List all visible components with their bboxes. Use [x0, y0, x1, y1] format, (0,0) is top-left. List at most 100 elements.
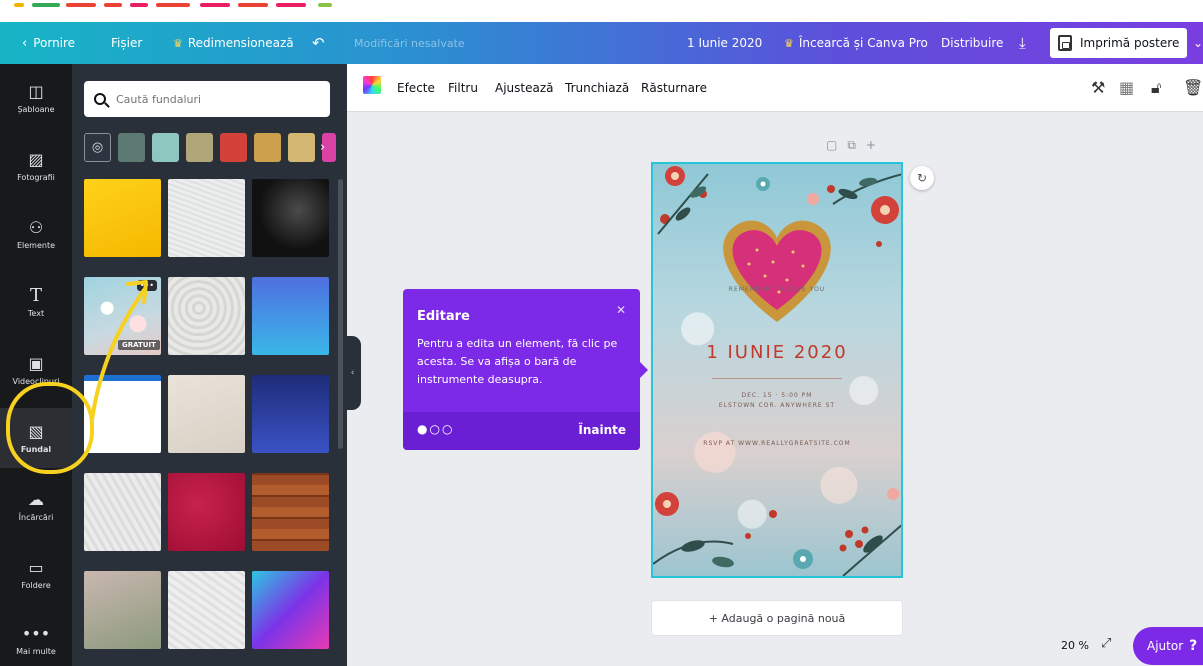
poster-contact[interactable]: RSVP AT WWW.REALLYGREATSITE.COM [653, 440, 901, 447]
background-tile[interactable] [252, 571, 329, 649]
rail-item-uploads[interactable]: ☁ Încărcări [0, 476, 72, 536]
chevron-right-icon[interactable]: › [320, 133, 332, 162]
resize-label: Redimensionează [187, 36, 294, 50]
effects-button[interactable]: Efecte [397, 64, 435, 112]
try-pro-button[interactable]: ♛ Încearcă și Canva Pro [784, 22, 928, 64]
duplicate-page-icon[interactable]: ⧉ [847, 138, 866, 152]
share-label: Distribuire [941, 36, 1004, 50]
poster-subtitle[interactable]: REMEMBER TO LOVE YOU [653, 286, 901, 293]
poster-page[interactable]: REMEMBER TO LOVE YOU 1 IUNIE 2020 DEC. 1… [651, 162, 903, 578]
flip-label: Răsturnare [641, 81, 707, 95]
rail-label: Încărcări [18, 512, 54, 522]
side-rail: ◫ Șabloane ▨ Fotografii ⚇ Elemente T Tex… [0, 64, 72, 666]
effects-label: Efecte [397, 81, 435, 95]
adjust-label: Ajustează [495, 81, 554, 95]
lock-icon[interactable]: 🔓︎ [1151, 78, 1161, 98]
undo-button[interactable]: ↶ [312, 22, 325, 64]
add-page-button[interactable]: + Adaugă o pagină nouă [651, 600, 903, 636]
upload-icon: ☁ [28, 489, 44, 509]
rotate-handle[interactable]: ↻ [910, 166, 934, 190]
add-page-icon[interactable]: + [866, 138, 886, 152]
browser-bookmark-strip [0, 0, 1203, 22]
crop-button[interactable]: Trunchiază [565, 64, 629, 112]
add-page-label: + Adaugă o pagină nouă [708, 611, 846, 625]
poster-title[interactable]: 1 IUNIE 2020 [653, 342, 901, 363]
rail-item-elements[interactable]: ⚇ Elemente [0, 204, 72, 264]
photo-icon: ▨ [28, 149, 44, 169]
editor-header: ‹ Pornire Fișier ♛ Redimensionează ↶ Mod… [0, 22, 1203, 64]
rail-item-text[interactable]: T Text [0, 272, 72, 332]
home-button[interactable]: ‹ Pornire [22, 22, 75, 64]
tooltip-body: Pentru a edita un element, fă clic pe ac… [417, 337, 618, 386]
help-button[interactable]: Ajutor? [1133, 627, 1203, 665]
background-tile[interactable] [168, 473, 245, 551]
try-pro-label: Încearcă și Canva Pro [798, 36, 928, 50]
poster-floral-art [653, 166, 901, 576]
color-swatch[interactable] [220, 133, 247, 162]
bookmark-chip [14, 3, 24, 7]
share-button[interactable]: Distribuire [941, 22, 1003, 64]
color-swatch[interactable] [118, 133, 145, 162]
background-tile[interactable] [252, 179, 329, 257]
tooltip-next-button[interactable]: Înainte [578, 423, 626, 437]
download-button[interactable]: ⤓ [1019, 22, 1026, 64]
color-picker-button[interactable] [363, 76, 381, 94]
bookmark-chip [130, 3, 148, 7]
crown-icon: ♛ [784, 36, 794, 50]
collapse-panel-button[interactable]: ‹ [344, 336, 361, 410]
filter-button[interactable]: Filtru [448, 64, 478, 112]
print-posters-button[interactable]: Imprimă postere ⌄ [1050, 28, 1203, 58]
rail-label: Foldere [21, 580, 51, 590]
adjust-button[interactable]: Ajustează [495, 64, 554, 112]
note-icon[interactable]: ▢ [826, 138, 847, 152]
poster-address[interactable]: ELSTOWN COR. ANYWHERE ST [653, 402, 901, 409]
background-tile[interactable] [84, 473, 161, 551]
tooltip-footer: ●○○ Înainte [403, 412, 640, 450]
question-icon: ? [1189, 638, 1198, 654]
save-status-text: Modificări nesalvate [354, 36, 465, 50]
background-tile[interactable] [168, 179, 245, 257]
color-swatch[interactable] [288, 133, 315, 162]
rail-label: Șabloane [17, 104, 55, 114]
print-icon [1058, 35, 1072, 51]
background-tile[interactable] [252, 473, 329, 551]
doc-title[interactable]: 1 Iunie 2020 [687, 22, 762, 64]
transparency-icon[interactable]: ▦ [1119, 78, 1134, 97]
panel-scrollbar[interactable] [338, 179, 343, 449]
fullscreen-icon[interactable]: ⤢ [1101, 636, 1111, 651]
search-input[interactable] [116, 92, 316, 106]
save-status: Modificări nesalvate [354, 22, 465, 64]
rotate-icon: ↻ [916, 171, 928, 185]
background-tile[interactable] [168, 571, 245, 649]
palette-icon[interactable]: ◎ [84, 133, 111, 162]
color-swatch[interactable] [152, 133, 179, 162]
rail-item-more[interactable]: ••• Mai multe [0, 610, 72, 666]
resize-button[interactable]: ♛ Redimensionează [173, 22, 294, 64]
background-tile[interactable] [84, 179, 161, 257]
doc-title-text: 1 Iunie 2020 [687, 36, 763, 50]
background-tile[interactable] [84, 571, 161, 649]
crown-icon: ♛ [173, 36, 183, 50]
bookmark-chip [276, 3, 306, 7]
chevron-left-icon: ‹ [22, 35, 28, 51]
rail-item-folders[interactable]: ▭ Foldere [0, 544, 72, 604]
undo-icon: ↶ [312, 34, 325, 52]
image-toolbar: Efecte Filtru Ajustează Trunchiază Răstu… [347, 64, 1203, 112]
poster-date[interactable]: DEC. 15 · 5:00 PM [653, 392, 901, 399]
paint-roller-icon[interactable]: ⚒ [1091, 78, 1105, 97]
background-tile[interactable] [252, 277, 329, 355]
text-icon: T [29, 284, 42, 306]
background-search[interactable] [84, 81, 330, 117]
color-swatch[interactable] [186, 133, 213, 162]
color-swatch[interactable] [254, 133, 281, 162]
rail-item-templates[interactable]: ◫ Șabloane [0, 68, 72, 128]
zoom-level[interactable]: 20 % [1061, 639, 1089, 652]
close-icon[interactable]: ✕ [616, 303, 626, 317]
tooltip-title: Editare [417, 309, 470, 324]
file-menu-button[interactable]: Fișier [111, 22, 142, 64]
help-label: Ajutor [1147, 639, 1184, 653]
trash-icon[interactable]: 🗑︎ [1183, 78, 1203, 97]
background-tile[interactable] [252, 375, 329, 453]
flip-button[interactable]: Răsturnare [641, 64, 707, 112]
rail-item-photos[interactable]: ▨ Fotografii [0, 136, 72, 196]
